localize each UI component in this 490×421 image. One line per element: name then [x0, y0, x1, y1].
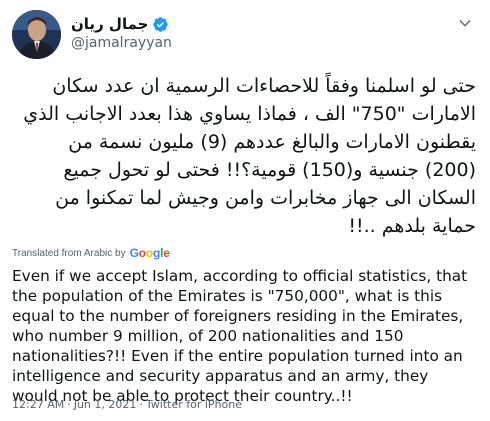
chevron-down-icon[interactable]	[454, 12, 476, 34]
verified-badge-icon	[152, 16, 169, 33]
translated-label: Translated from Arabic by	[12, 247, 126, 259]
google-logo: Google	[130, 246, 170, 260]
avatar-image	[12, 10, 61, 59]
google-letter: o	[145, 246, 153, 260]
author-identity: جمال ريان @jamalrayyan	[71, 14, 172, 51]
author-name-row: جمال ريان	[71, 14, 172, 34]
author-handle[interactable]: @jamalrayyan	[71, 35, 172, 51]
avatar[interactable]	[12, 10, 61, 59]
google-letter: o	[138, 246, 146, 260]
tweet-metadata: 12:27 AM · Jun 1, 2021 · Twitter for iPh…	[12, 398, 242, 411]
tweet-original-text: حتى لو اسلمنا وفقاً للاحصاءات الرسمية ان…	[23, 75, 476, 237]
google-letter: G	[129, 246, 139, 260]
meta-separator: ·	[67, 398, 71, 411]
tweet-time[interactable]: 12:27 AM	[12, 398, 64, 411]
tweet-source[interactable]: Twitter for iPhone	[146, 398, 242, 411]
tweet-translated-text: Even if we accept Islam, according to of…	[12, 267, 468, 405]
tweet-header: جمال ريان @jamalrayyan	[12, 10, 478, 60]
tweet-date[interactable]: Jun 1, 2021	[74, 398, 137, 411]
translation-attribution: Translated from Arabic by Google	[12, 246, 478, 260]
meta-separator: ·	[139, 398, 143, 411]
tweet-card: جمال ريان @jamalrayyan حتى لو اسلمنا وفق…	[0, 0, 490, 421]
author-display-name[interactable]: جمال ريان	[71, 15, 148, 33]
google-letter: e	[163, 246, 170, 260]
